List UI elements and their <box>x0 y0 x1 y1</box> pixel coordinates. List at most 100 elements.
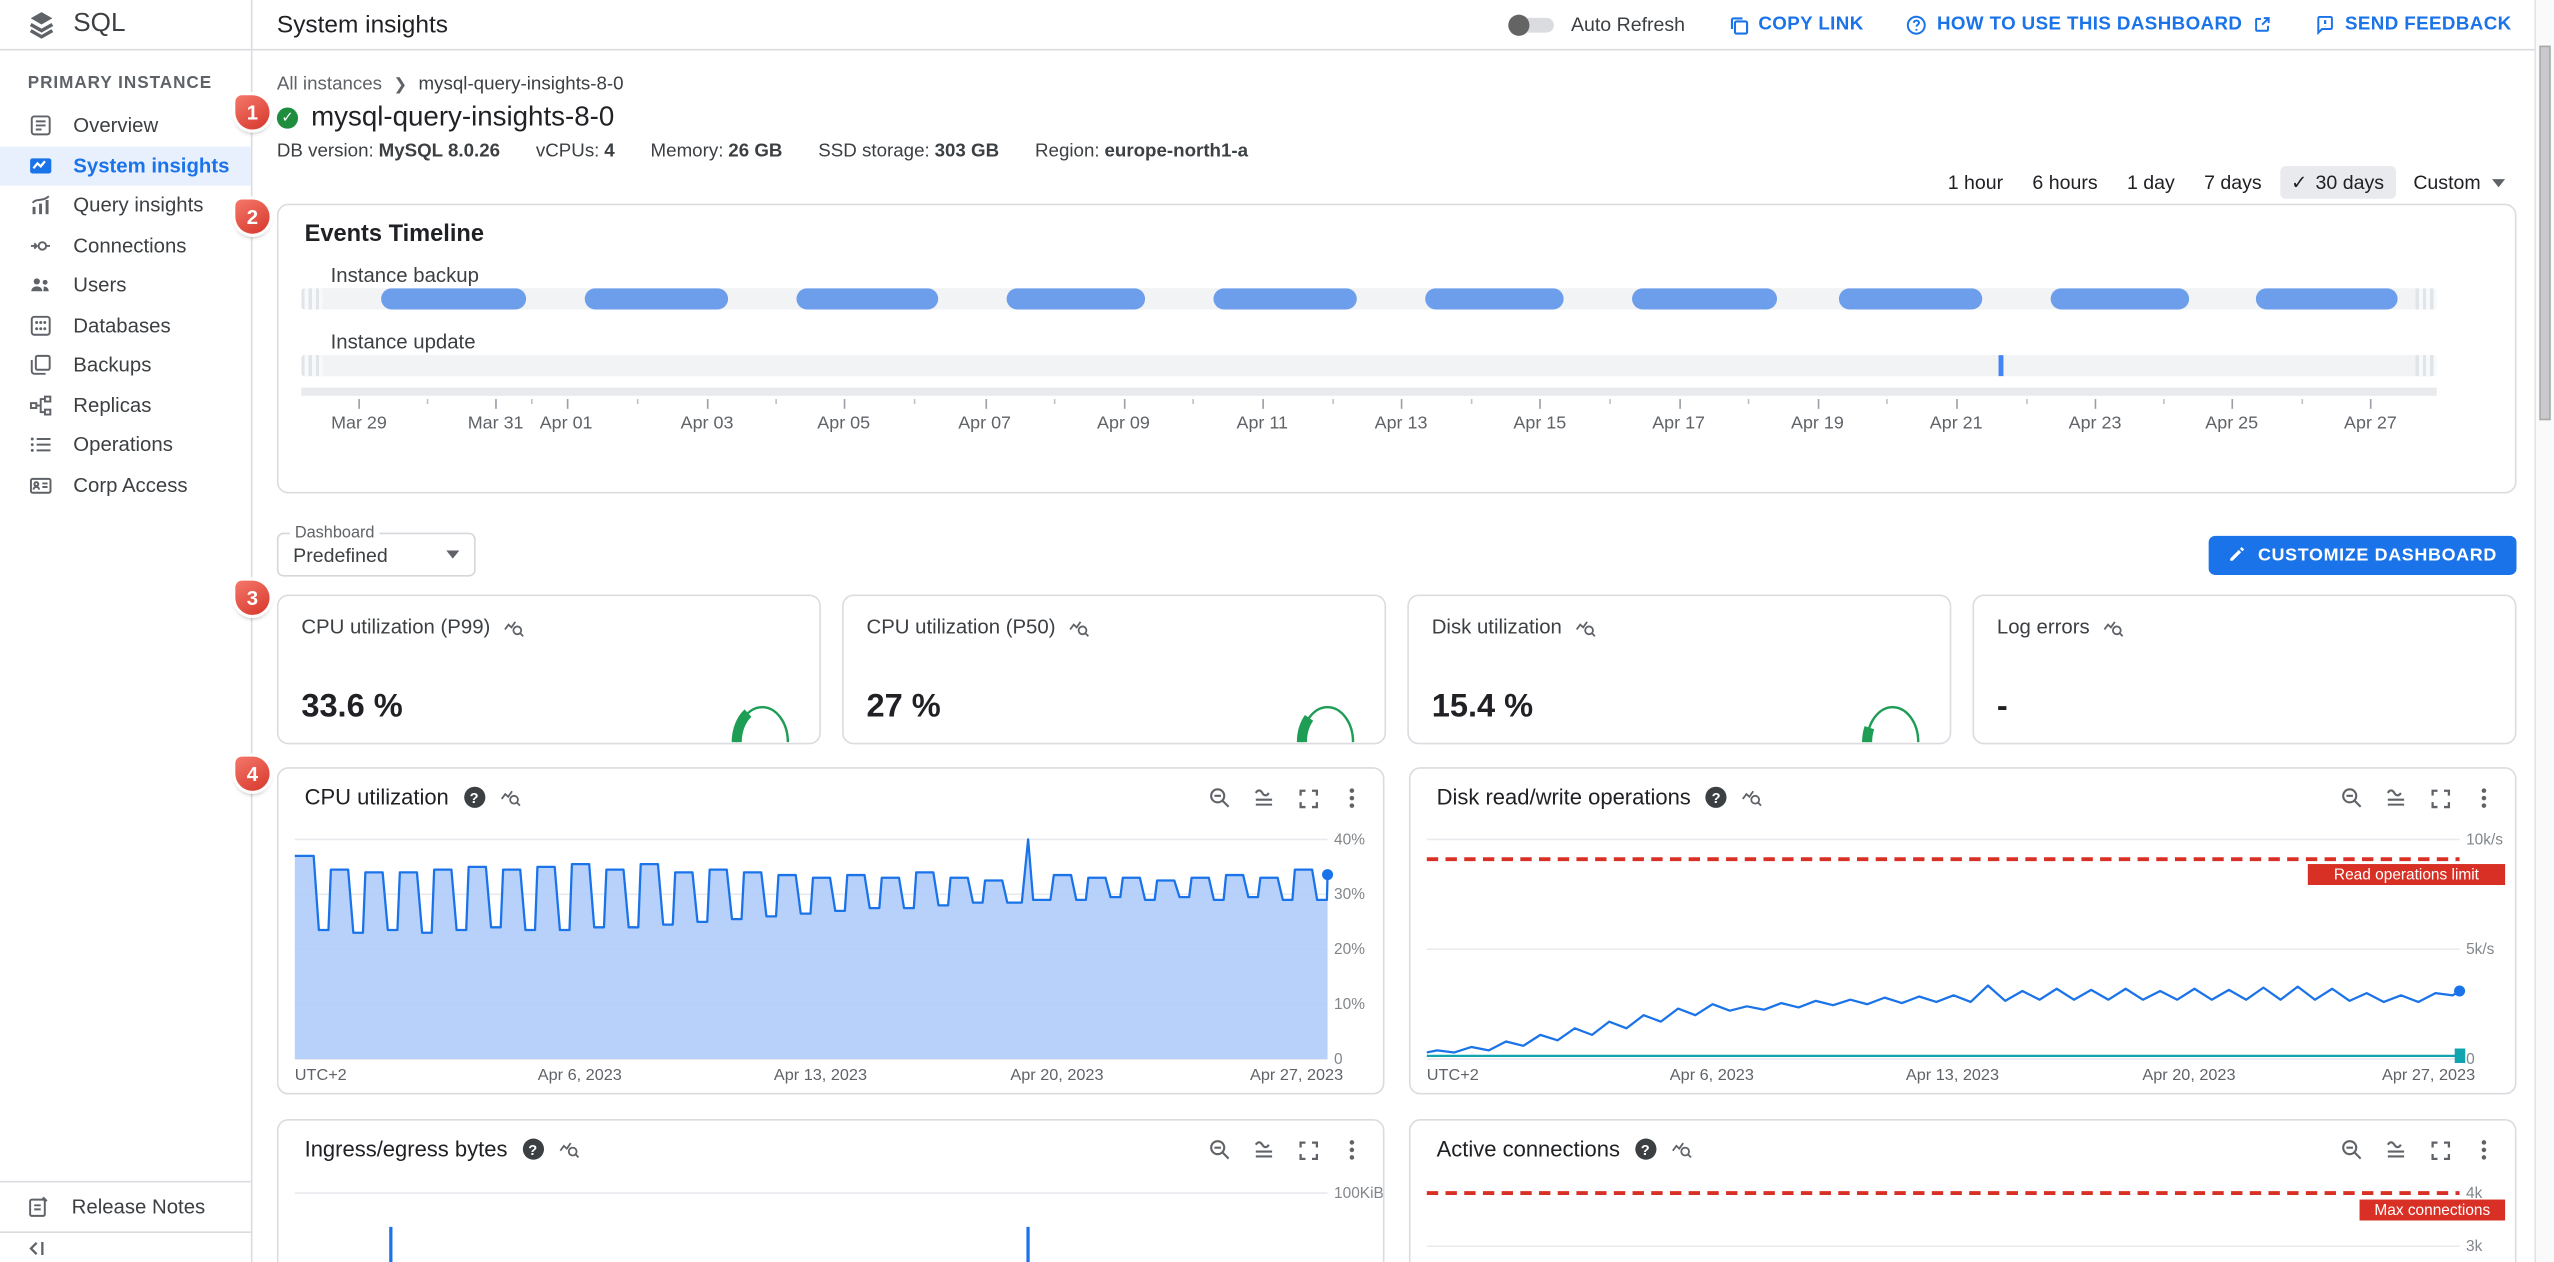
zoom-icon[interactable] <box>1209 1139 1232 1162</box>
zoom-icon[interactable] <box>2341 787 2364 810</box>
spec-label: DB version: <box>276 141 374 162</box>
gauge-arc <box>731 702 793 743</box>
svg-text:30%: 30% <box>1334 886 1365 903</box>
more-icon[interactable] <box>2473 787 2496 810</box>
svg-text:100KiB/s: 100KiB/s <box>1334 1185 1383 1202</box>
more-icon[interactable] <box>2473 1139 2496 1162</box>
help-icon[interactable]: ? <box>463 786 485 808</box>
fullscreen-icon[interactable] <box>2429 787 2452 810</box>
chart-title: Active connections <box>1436 1136 1620 1162</box>
metric-value: - <box>1996 688 2008 725</box>
zoom-icon[interactable] <box>2341 1139 2364 1162</box>
breadcrumb: All instances ❯ mysql-query-insights-8-0 <box>277 75 2517 95</box>
send-feedback-button[interactable]: SEND FEEDBACK <box>2314 14 2512 35</box>
metric-title: CPU utilization (P99) <box>301 615 491 639</box>
sidebar-item-users[interactable]: Users <box>0 265 251 305</box>
sidebar-collapse-row[interactable] <box>0 1231 251 1262</box>
charts-row-1: CPU utilization ? 40% 30% 20% 10% 0 UTC+2 Apr … <box>276 767 2517 1095</box>
spec-item: Memory: 26 GB <box>651 142 783 162</box>
vertical-scrollbar[interactable] <box>2534 0 2554 1262</box>
metrics-explorer-icon[interactable] <box>499 787 520 808</box>
timeline-date-label: Apr 05 <box>817 413 871 434</box>
smoothing-icon[interactable] <box>2385 1139 2408 1162</box>
metric-value: 33.6 % <box>301 688 403 725</box>
timeline-date-label: Apr 13 <box>1374 413 1428 434</box>
chevron-right-icon: ❯ <box>393 75 408 94</box>
dashboard-row: Dashboard Predefined CUSTOMIZE DASHBOARD <box>276 524 2517 577</box>
help-icon[interactable]: ? <box>1705 786 1727 808</box>
release-notes-icon <box>28 1196 51 1219</box>
scrollbar-thumb[interactable] <box>2538 45 2551 421</box>
svg-text:UTC+2: UTC+2 <box>1427 1066 1479 1084</box>
metric-value: 15.4 % <box>1431 688 1534 725</box>
sidebar-item-label: Connections <box>73 234 187 257</box>
metrics-explorer-icon[interactable] <box>1069 617 1090 638</box>
metric-value: 27 % <box>866 688 941 725</box>
sidebar-item-connections[interactable]: Connections <box>0 226 251 266</box>
timeline-date-label: Apr 27 <box>2344 413 2397 434</box>
sidebar-item-overview[interactable]: Overview <box>0 106 251 146</box>
svg-text:10k/s: 10k/s <box>2466 831 2503 848</box>
overview-icon <box>28 114 52 137</box>
fullscreen-icon[interactable] <box>1297 787 1320 810</box>
smoothing-icon[interactable] <box>2385 787 2408 810</box>
svg-text:Apr 27, 2023: Apr 27, 2023 <box>1250 1066 1343 1084</box>
annotation-marker-4: 4 <box>235 756 270 791</box>
auto-refresh-toggle[interactable] <box>1509 13 1558 36</box>
metrics-explorer-icon[interactable] <box>558 1139 579 1160</box>
sidebar-item-label: Replicas <box>73 393 152 417</box>
sidebar-item-corp-access[interactable]: Corp Access <box>0 465 251 505</box>
sidebar-item-system-insights[interactable]: System insights <box>0 145 251 186</box>
breadcrumb-all-instances[interactable]: All instances <box>277 75 382 95</box>
svg-text:20%: 20% <box>1334 941 1365 958</box>
dashboard-select[interactable]: Dashboard Predefined <box>276 524 476 577</box>
sidebar-item-release-notes[interactable]: Release Notes <box>0 1180 251 1231</box>
time-range-option-6-hours[interactable]: 6 hours <box>2021 166 2109 199</box>
timeline-date-label: Apr 11 <box>1236 413 1288 434</box>
help-icon[interactable]: ? <box>1634 1138 1656 1160</box>
timeline-axis-ticks <box>301 399 2436 410</box>
spec-label: Memory: <box>650 141 724 162</box>
how-to-use-dashboard-link[interactable]: HOW TO USE THIS DASHBOARD <box>1906 14 2272 35</box>
metric-card-cpu-p50: CPU utilization (P50) 27 % <box>842 594 1387 745</box>
sidebar-item-replicas[interactable]: Replicas <box>0 385 251 425</box>
sidebar-item-operations[interactable]: Operations <box>0 425 251 465</box>
spec-value: MySQL 8.0.26 <box>378 141 501 162</box>
sidebar-item-backups[interactable]: Backups <box>0 345 251 385</box>
metrics-explorer-icon[interactable] <box>1670 1139 1691 1160</box>
time-range-option-custom[interactable]: Custom <box>2402 166 2517 199</box>
smoothing-icon[interactable] <box>1253 787 1276 810</box>
chevron-down-icon <box>446 550 460 559</box>
svg-text:Max connections: Max connections <box>2374 1202 2490 1219</box>
events-timeline-title: Events Timeline <box>304 221 484 248</box>
send-feedback-label: SEND FEEDBACK <box>2344 14 2512 35</box>
chart-title: Disk read/write operations <box>1436 785 1691 810</box>
smoothing-icon[interactable] <box>1253 1139 1276 1162</box>
time-range-option-30-days[interactable]: ✓ 30 days <box>2279 166 2396 199</box>
backup-event-segment <box>2255 288 2399 310</box>
time-range-option-1-day[interactable]: 1 day <box>2116 166 2187 199</box>
time-range-option-1-hour[interactable]: 1 hour <box>1936 166 2014 199</box>
backup-event-segment <box>2050 288 2189 310</box>
metrics-explorer-icon[interactable] <box>1741 787 1762 808</box>
customize-dashboard-button[interactable]: CUSTOMIZE DASHBOARD <box>2209 535 2517 575</box>
sidebar-item-label: Users <box>73 274 127 297</box>
chart-card-disk-operations: Disk read/write operations ? 10k/s 5k/s 0 U… <box>1408 767 2517 1095</box>
more-icon[interactable] <box>1341 1139 1364 1162</box>
sidebar-item-databases[interactable]: Databases <box>0 305 251 345</box>
metric-card-cpu-p99: CPU utilization (P99) 33.6 % <box>276 594 821 745</box>
metrics-explorer-icon[interactable] <box>1575 617 1596 638</box>
screenshot-stage: SQL PRIMARY INSTANCE Overview System ins… <box>0 0 2554 1262</box>
copy-link-button[interactable]: COPY LINK <box>1727 14 1863 35</box>
sidebar-item-query-insights[interactable]: Query insights <box>0 186 251 226</box>
metrics-explorer-icon[interactable] <box>503 617 524 638</box>
help-icon[interactable]: ? <box>522 1138 544 1160</box>
sql-layers-icon <box>29 11 54 38</box>
time-range-option-7-days[interactable]: 7 days <box>2193 166 2273 199</box>
metrics-explorer-icon[interactable] <box>2103 617 2124 638</box>
metric-title: Disk utilization <box>1431 615 1562 639</box>
fullscreen-icon[interactable] <box>1297 1139 1320 1162</box>
zoom-icon[interactable] <box>1209 787 1232 810</box>
fullscreen-icon[interactable] <box>2429 1139 2452 1162</box>
more-icon[interactable] <box>1341 787 1364 810</box>
